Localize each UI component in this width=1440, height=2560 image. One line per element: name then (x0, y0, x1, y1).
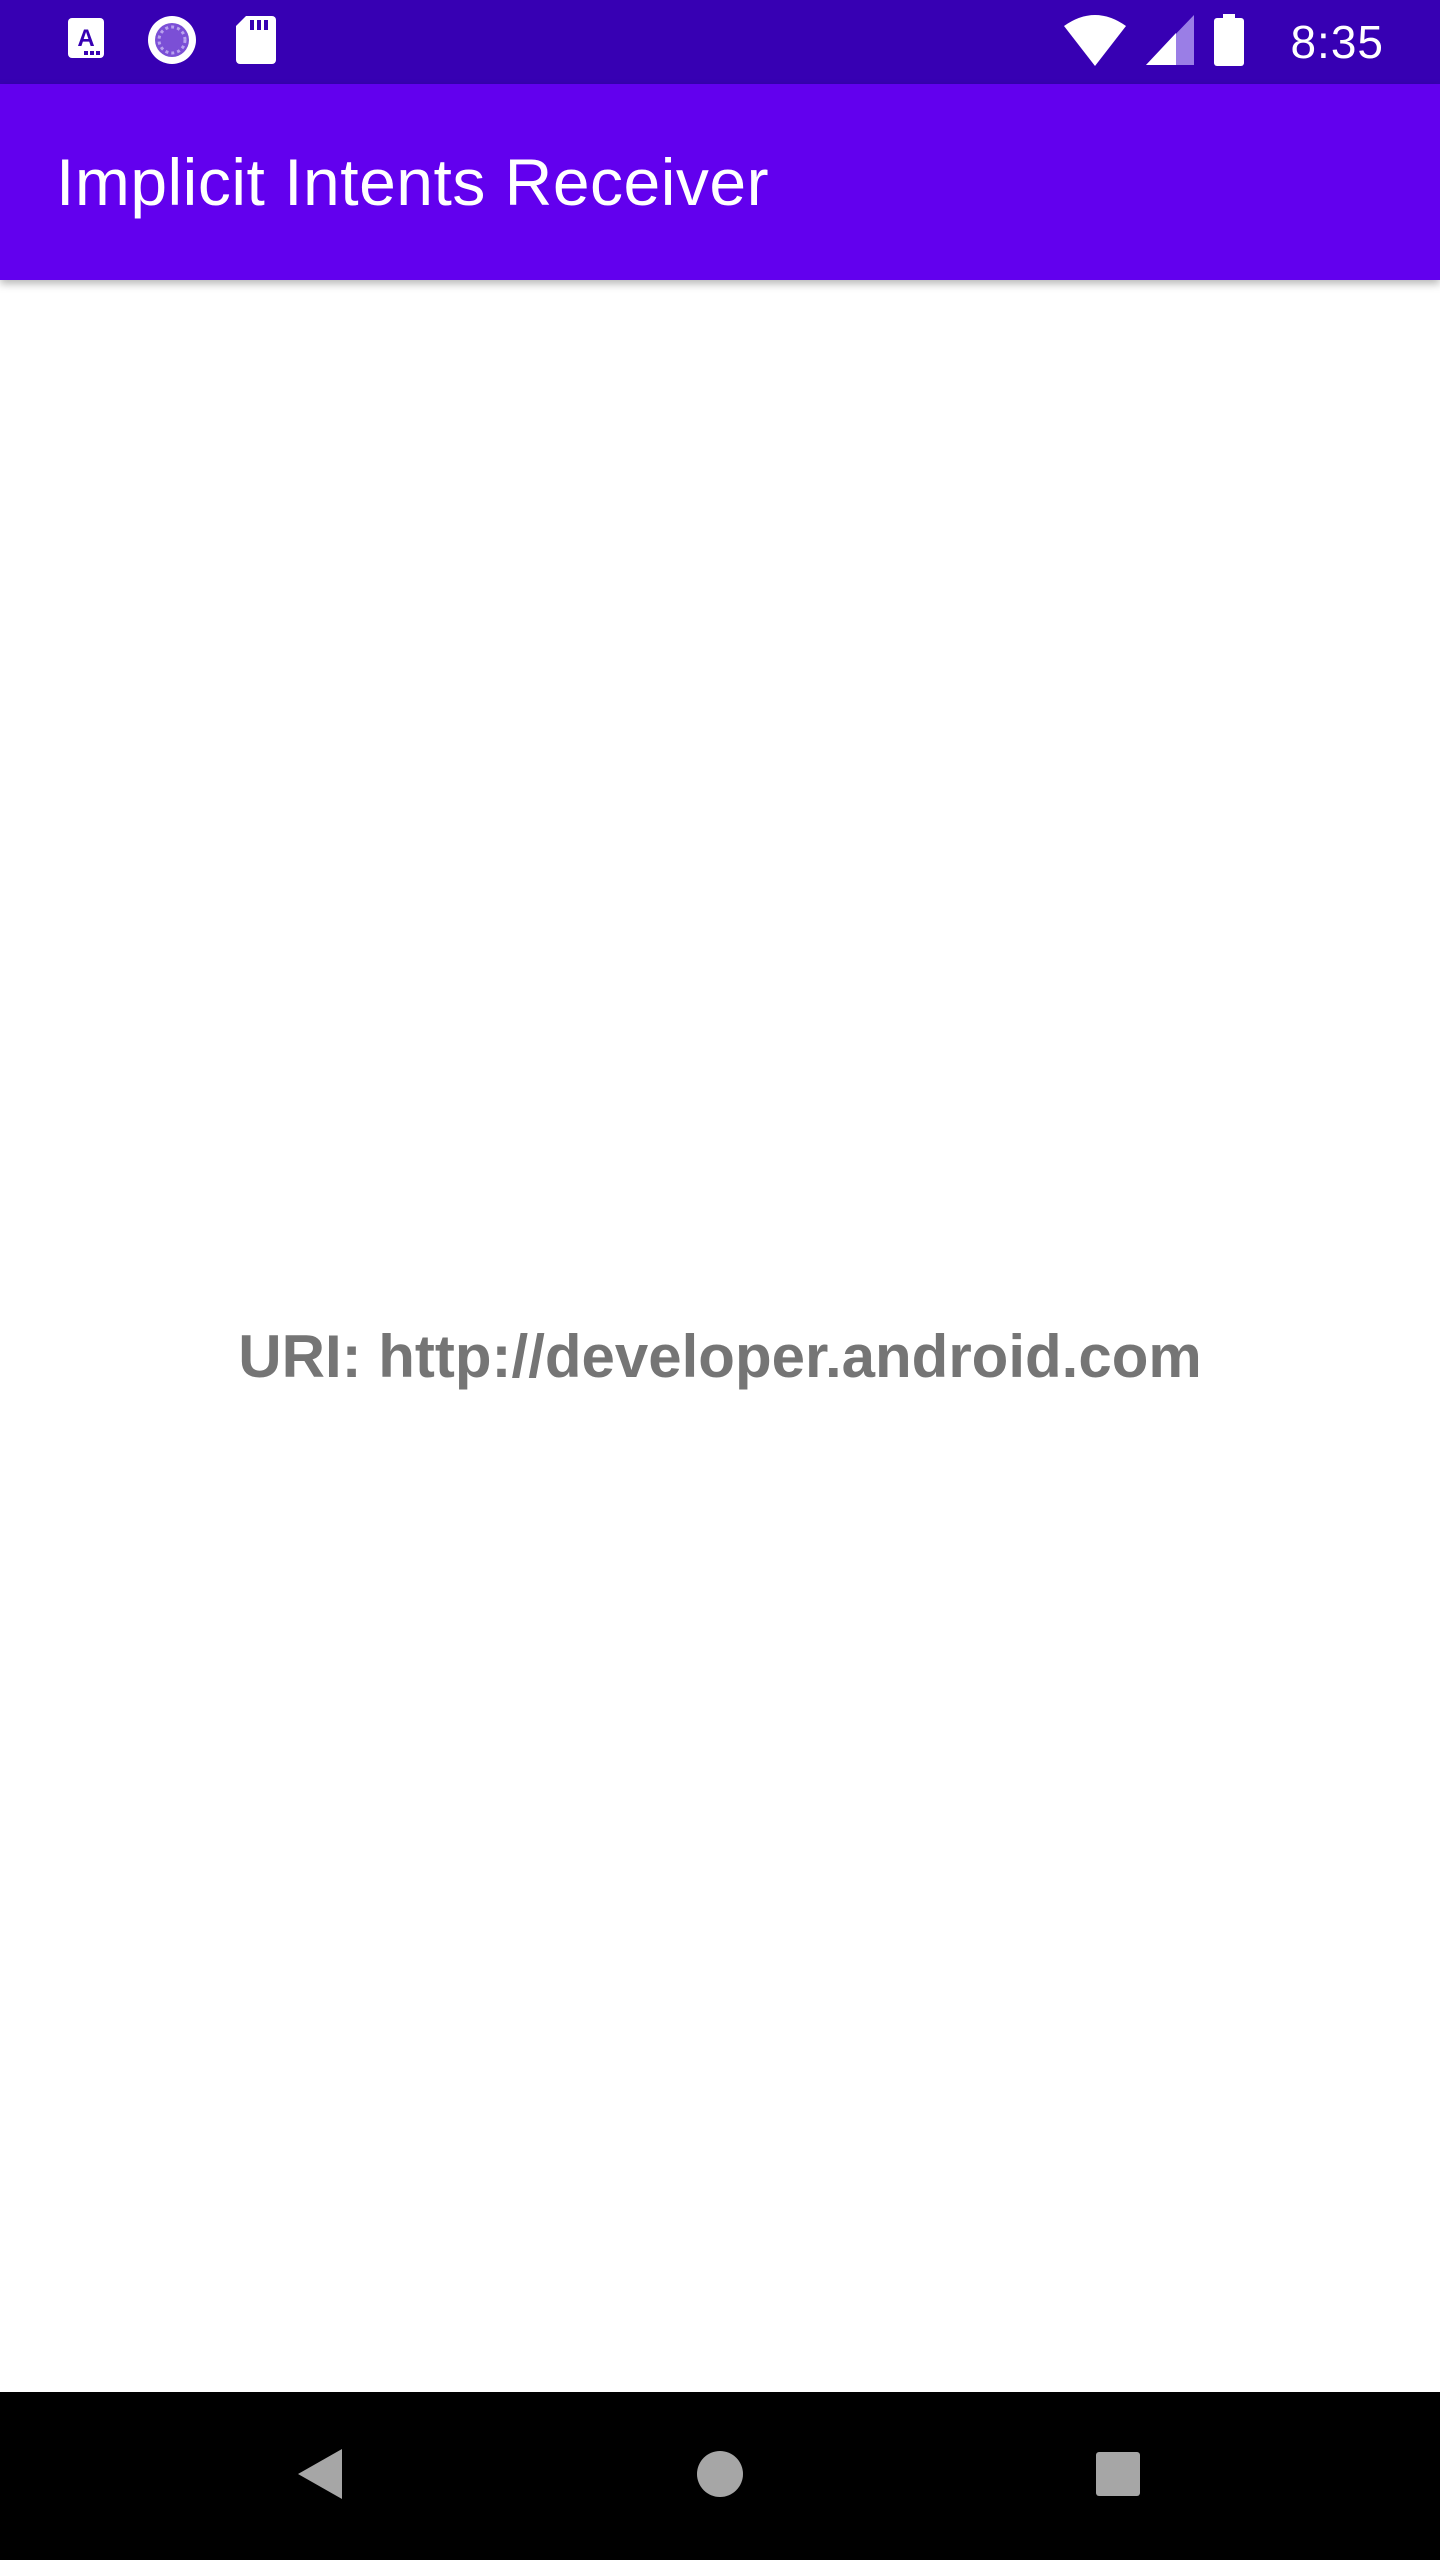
recents-icon (1096, 2451, 1140, 2501)
back-button[interactable] (270, 2426, 370, 2526)
back-icon (298, 2448, 342, 2504)
app-title: Implicit Intents Receiver (56, 145, 770, 219)
recents-button[interactable] (1068, 2426, 1168, 2526)
battery-icon (1214, 13, 1245, 71)
navigation-bar (0, 2392, 1440, 2560)
loading-spinner-icon (146, 14, 198, 71)
cellular-signal-icon (1146, 14, 1195, 70)
wifi-icon (1064, 14, 1127, 71)
app-bar: Implicit Intents Receiver (0, 84, 1440, 280)
svg-text:A: A (77, 25, 94, 52)
screen: A 8:35 Implicit Intents Receiver URI: ht… (0, 0, 1440, 2560)
status-left-icons: A (68, 14, 276, 71)
status-right-icons: 8:35 (1064, 12, 1384, 72)
uri-text: URI: http://developer.android.com (238, 1322, 1202, 1390)
main-content: URI: http://developer.android.com (0, 280, 1440, 2392)
status-bar: A 8:35 (0, 0, 1440, 84)
translate-app-icon: A (68, 17, 108, 67)
home-button[interactable] (670, 2426, 770, 2526)
status-time: 8:35 (1290, 16, 1384, 68)
home-icon (696, 2450, 744, 2503)
sd-card-icon (236, 15, 276, 69)
